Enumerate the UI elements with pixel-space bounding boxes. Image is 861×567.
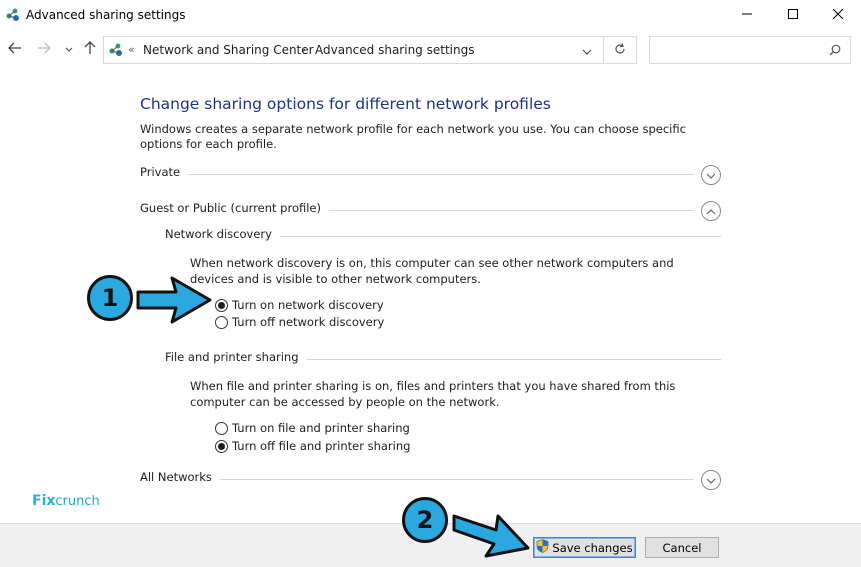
divider	[140, 479, 694, 480]
radio-button-checked[interactable]	[215, 439, 228, 453]
radio-button[interactable]	[215, 421, 228, 435]
radio-button[interactable]	[215, 315, 228, 329]
refresh-icon	[614, 42, 626, 58]
save-changes-button[interactable]: Save changes	[533, 537, 636, 558]
file-printer-sharing-text: When file and printer sharing is on, fil…	[190, 379, 676, 409]
step-marker-1: 1	[87, 275, 133, 321]
network-discovery-header: Network discovery	[165, 227, 721, 247]
search-box[interactable]	[649, 36, 851, 64]
expand-private-button[interactable]	[701, 165, 721, 185]
fixcrunch-logo: Fixcrunch	[32, 493, 100, 509]
profile-all-networks-label: All Networks	[140, 470, 220, 484]
recent-locations-button[interactable]	[60, 40, 78, 58]
cancel-button[interactable]: Cancel	[645, 537, 719, 558]
radio-turn-on-file-printer-sharing[interactable]: Turn on file and printer sharing	[215, 420, 410, 436]
pointer-arrow-1-icon	[136, 276, 212, 324]
network-icon	[6, 8, 22, 22]
breadcrumb-overflow[interactable]: «	[128, 43, 135, 56]
arrow-left-icon	[8, 42, 22, 57]
address-bar[interactable]: « Network and Sharing Center › Advanced …	[103, 36, 604, 64]
profile-guest-public-label: Guest or Public (current profile)	[140, 201, 329, 215]
collapse-guest-public-button[interactable]	[701, 201, 721, 221]
title-bar: Advanced sharing settings	[0, 0, 861, 30]
divider	[140, 174, 694, 175]
radio-turn-off-network-discovery[interactable]: Turn off network discovery	[215, 314, 384, 330]
page-description: Windows creates a separate network profi…	[140, 122, 686, 151]
radio-label[interactable]: Turn off file and printer sharing	[232, 439, 410, 453]
arrow-up-icon	[84, 40, 96, 58]
back-button[interactable]	[6, 40, 24, 58]
chevron-down-icon	[706, 168, 716, 182]
chevron-down-icon	[706, 473, 716, 487]
maximize-icon	[788, 8, 798, 22]
expand-all-networks-button[interactable]	[701, 470, 721, 490]
search-input[interactable]	[654, 41, 824, 59]
network-icon	[109, 43, 125, 57]
radio-turn-on-network-discovery[interactable]: Turn on network discovery	[215, 297, 384, 313]
radio-label[interactable]: Turn on network discovery	[232, 298, 384, 312]
maximize-button[interactable]	[770, 0, 816, 30]
refresh-button[interactable]	[604, 36, 637, 64]
close-button[interactable]	[815, 0, 861, 30]
uac-shield-icon	[536, 539, 549, 556]
breadcrumb-separator[interactable]: ›	[302, 43, 306, 56]
network-discovery-title: Network discovery	[165, 227, 280, 241]
search-icon[interactable]	[829, 44, 841, 59]
address-dropdown-icon[interactable]	[582, 45, 594, 55]
radio-button-checked[interactable]	[215, 298, 228, 312]
network-discovery-text: When network discovery is on, this compu…	[190, 256, 674, 286]
file-printer-sharing-title: File and printer sharing	[165, 350, 307, 364]
radio-turn-off-file-printer-sharing[interactable]: Turn off file and printer sharing	[215, 438, 410, 454]
pointer-arrow-2-icon	[452, 514, 530, 558]
profile-private-header[interactable]: Private	[140, 165, 721, 185]
save-changes-label: Save changes	[552, 540, 633, 555]
logo-text-crunch: crunch	[55, 494, 100, 509]
window-title: Advanced sharing settings	[26, 8, 186, 22]
radio-label[interactable]: Turn off network discovery	[232, 315, 384, 329]
up-button[interactable]	[81, 40, 99, 58]
close-icon	[832, 8, 844, 22]
chevron-down-icon	[65, 42, 73, 56]
minimize-icon	[742, 8, 752, 22]
step-marker-2: 2	[402, 497, 448, 543]
page-title: Change sharing options for different net…	[140, 95, 551, 113]
profile-private-label: Private	[140, 165, 189, 179]
arrow-right-icon	[37, 42, 51, 57]
forward-button[interactable]	[35, 40, 53, 58]
breadcrumb-advanced-sharing-settings[interactable]: Advanced sharing settings	[315, 43, 474, 57]
profile-guest-public-header[interactable]: Guest or Public (current profile)	[140, 201, 721, 221]
navigation-bar: « Network and Sharing Center › Advanced …	[0, 32, 861, 68]
breadcrumb-network-and-sharing-center[interactable]: Network and Sharing Center	[143, 43, 314, 57]
minimize-button[interactable]	[724, 0, 770, 30]
chevron-up-icon	[706, 204, 716, 218]
logo-text-fix: Fix	[32, 493, 56, 509]
file-printer-sharing-header: File and printer sharing	[165, 350, 721, 370]
profile-all-networks-header[interactable]: All Networks	[140, 470, 721, 490]
radio-label[interactable]: Turn on file and printer sharing	[232, 421, 410, 435]
